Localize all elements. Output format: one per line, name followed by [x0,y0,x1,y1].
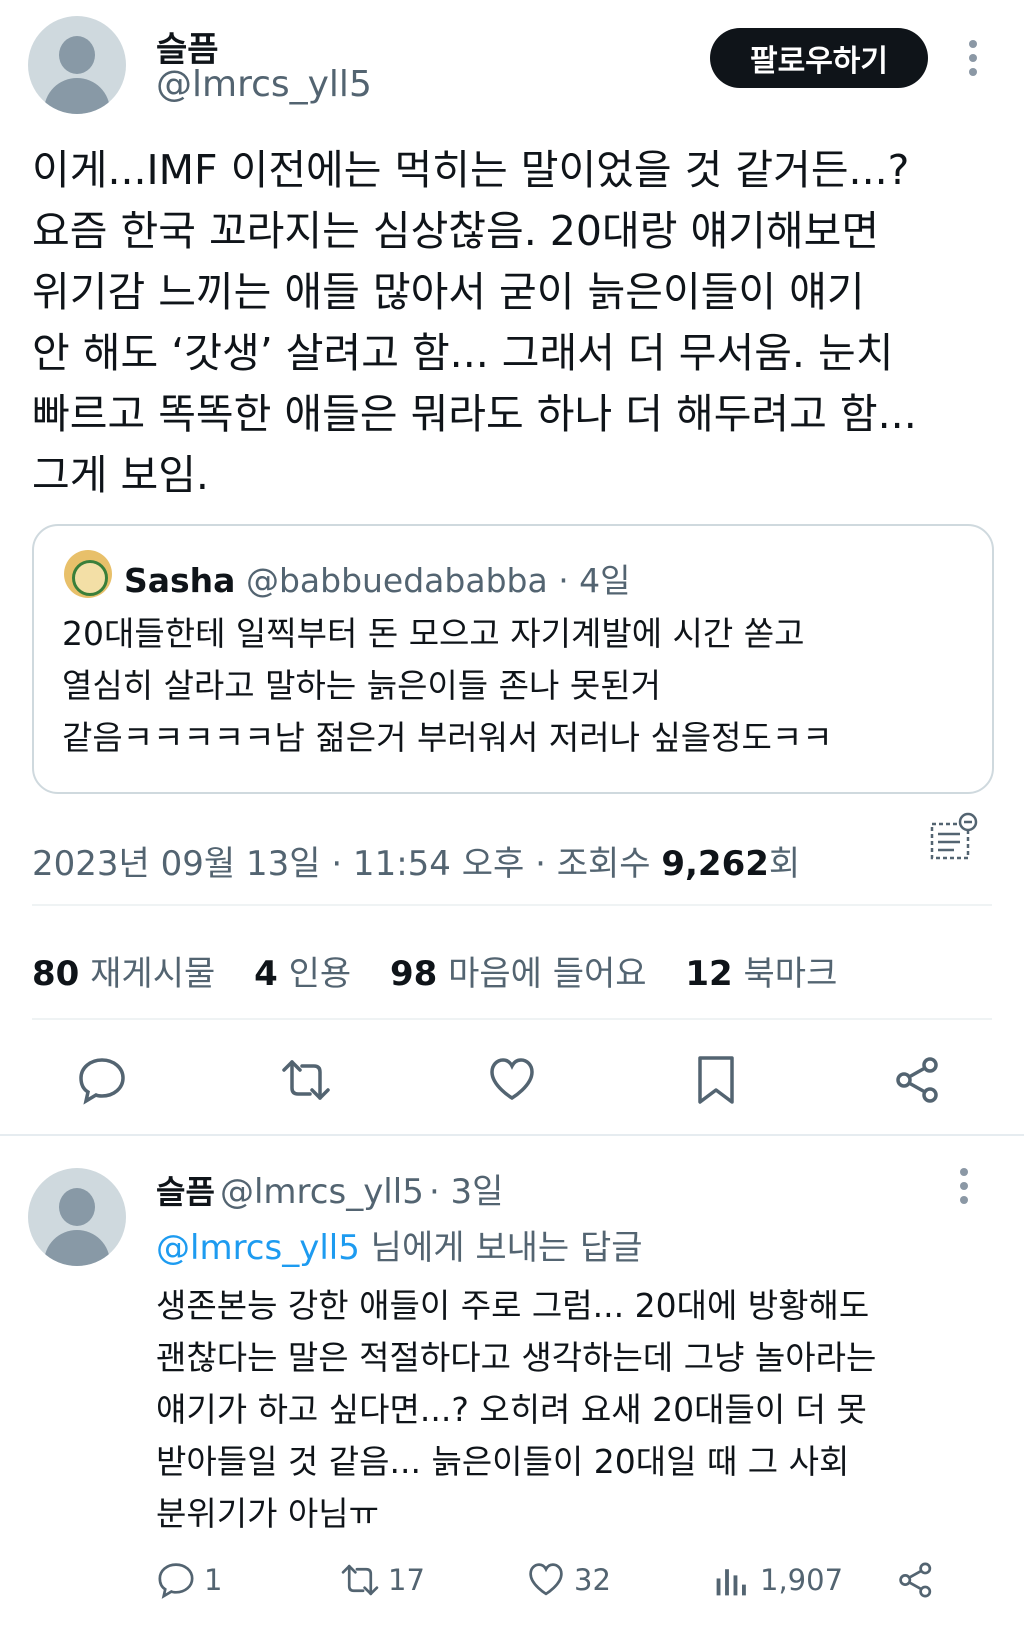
quote-avatar [64,550,112,598]
reply-line: 분위기가 아님ㅠ [156,1494,380,1533]
reply-repost-action[interactable]: 17 [340,1560,425,1600]
reply-header: 슬픔 @lmrcs_yll5 · 3일 [156,1164,503,1213]
like-icon [529,1563,563,1596]
reply-reply-count: 1 [204,1563,223,1597]
follow-button[interactable]: 팔로우하기 [710,28,928,88]
reply-reply-action[interactable]: 1 [156,1560,222,1600]
author-avatar[interactable] [28,16,126,114]
quote-tweet[interactable]: Sasha @babbuedababba · 4일 20대들한테 일찍부터 돈 … [32,524,994,794]
reply-views-action[interactable]: 1,907 [712,1560,843,1600]
tweet-line: 그게 보임. [32,451,209,499]
reply-repost-count: 17 [388,1563,425,1597]
quote-count[interactable]: 4 [254,954,278,994]
reply-line: 생존본능 강한 애들이 주로 그럼... 20대에 방황해도 [156,1286,870,1325]
divider [32,904,992,906]
quote-label[interactable]: 인용 [289,954,352,994]
bookmark-label[interactable]: 북마크 [744,954,838,994]
tweet-line: 안 해도 ‘갓생’ 살려고 함... 그래서 더 무서움. 눈치 [32,329,894,377]
bookmark-icon[interactable] [690,1054,742,1110]
reply-icon[interactable] [76,1054,128,1110]
reply-view-count: 1,907 [760,1563,844,1597]
quote-header: Sasha @babbuedababba · 4일 [124,554,631,602]
repost-count[interactable]: 80 [32,954,79,994]
reply-author-name[interactable]: 슬픔 [156,1173,215,1211]
quote-line: 열심히 살라고 말하는 늙은이들 존나 못된거 [62,666,661,705]
reply-like-action[interactable]: 32 [526,1560,611,1600]
like-label[interactable]: 마음에 들어요 [448,954,647,994]
tweet-meta: 2023년 09월 13일 · 11:54 오후 · 조회수 9,262회 [32,836,800,885]
reply-text: 생존본능 강한 애들이 주로 그럼... 20대에 방황해도 괜찮다는 말은 적… [156,1280,1016,1540]
reply-like-count: 32 [574,1563,611,1597]
divider [0,1134,1024,1136]
tweet-line: 요즘 한국 꼬라지는 심상찮음. 20대랑 얘기해보면 [32,207,880,255]
tweet-datetime: 2023년 09월 13일 · 11:54 오후 · 조회수 [32,844,651,884]
repost-label[interactable]: 재게시물 [90,954,215,994]
quote-line: 같음ㅋㅋㅋㅋㅋ남 젊은거 부러워서 저러나 싶을정도ㅋㅋ [62,718,833,757]
reply-avatar[interactable] [28,1168,126,1266]
tweet-line: 이게...IMF 이전에는 먹히는 말이었을 것 같거든...? [32,146,910,194]
replying-to-suffix: 님에게 보내는 답글 [359,1228,643,1268]
like-icon[interactable] [486,1054,538,1110]
tweet-stats: 80 재게시물 4 인용 98 마음에 들어요 12 북마크 [32,946,865,995]
like-count[interactable]: 98 [390,954,437,994]
reply-time: · 3일 [428,1172,504,1212]
tweet-line: 위기감 느끼는 애들 많아서 굳이 늙은이들이 얘기 [32,268,865,316]
repost-icon [341,1564,379,1596]
divider [32,1018,992,1020]
mention-link[interactable]: @lmrcs_yll5 [156,1228,360,1268]
author-handle[interactable]: @lmrcs_yll5 [156,64,372,105]
reply-line: 얘기가 하고 싶다면...? 오히려 요새 20대들이 더 못 [156,1390,867,1429]
replying-to: @lmrcs_yll5 님에게 보내는 답글 [156,1220,643,1269]
bookmark-count[interactable]: 12 [685,954,732,994]
reply-icon [158,1563,194,1599]
tweet-text: 이게...IMF 이전에는 먹히는 말이었을 것 같거든...? 요즘 한국 꼬… [32,140,1002,506]
reply-share-icon[interactable] [896,1560,936,1604]
reply-more-icon[interactable] [958,1166,970,1210]
quote-line: 20대들한테 일찍부터 돈 모으고 자기계발에 시간 쏟고 [62,614,805,653]
reply-line: 받아들일 것 같음... 늙은이들이 20대일 때 그 사회 [156,1442,850,1481]
quote-text: 20대들한테 일찍부터 돈 모으고 자기계발에 시간 쏟고 열심히 살라고 말하… [62,608,982,764]
view-unit: 회 [768,844,801,884]
share-icon[interactable] [892,1054,944,1110]
quote-name: Sasha [124,561,236,600]
quote-handle: @babbuedababba [245,561,548,600]
repost-icon[interactable] [280,1054,332,1110]
list-icon[interactable] [928,812,978,868]
quote-time: · 4일 [558,561,631,600]
tweet-line: 빠르고 똑똑한 애들은 뭐라도 하나 더 해두려고 함... [32,390,917,438]
reply-line: 괜찮다는 말은 적절하다고 생각하는데 그냥 놀아라는 [156,1338,877,1377]
more-icon[interactable] [958,38,988,85]
view-count-icon [716,1569,746,1596]
reply-author-handle[interactable]: @lmrcs_yll5 [220,1172,424,1212]
view-count: 9,262 [661,844,769,884]
